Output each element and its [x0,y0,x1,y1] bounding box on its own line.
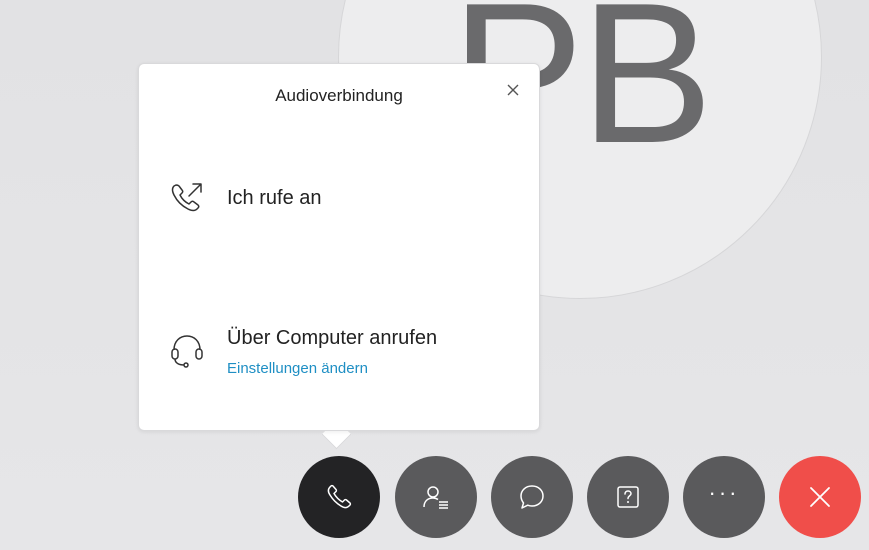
audio-connection-popover: Audioverbindung Ich rufe an Über Compute… [138,63,540,431]
more-button[interactable]: ··· [683,456,765,538]
headset-icon [171,335,203,368]
phone-outgoing-icon [171,183,202,212]
change-settings-link[interactable]: Einstellungen ändern [227,360,437,377]
end-call-icon [810,487,830,507]
option-call-me-label: Ich rufe an [227,187,322,209]
meeting-stage: PB Audioverbindung Ich rufe an Über Comp… [0,0,869,550]
popover-title: Audioverbindung [275,86,403,105]
more-icon: ··· [708,480,740,505]
chat-icon [520,485,544,509]
phone-icon [327,484,352,509]
participants-icon [423,486,448,509]
participants-button[interactable] [395,456,477,538]
option-call-me[interactable]: Ich rufe an [165,176,322,220]
chat-button[interactable] [491,456,573,538]
option-call-via-computer[interactable]: Über Computer anrufen Einstellungen ände… [165,326,437,377]
question-icon [617,486,639,508]
close-icon[interactable] [505,82,521,98]
audio-button[interactable] [298,456,380,538]
end-call-button[interactable] [779,456,861,538]
qa-button[interactable] [587,456,669,538]
option-call-via-computer-label: Über Computer anrufen [227,327,438,349]
